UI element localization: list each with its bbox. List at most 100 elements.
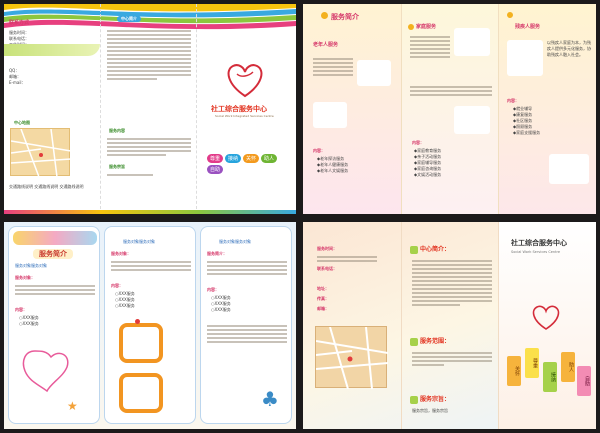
brochure-blue-spread: 服务简介 服务对象服务对象 服务对象： 内容： ○XXX服务 ○XXX服务 ★ … (4, 222, 296, 429)
list-item: ○XXX服务 (211, 307, 231, 312)
time-text (317, 254, 377, 264)
content-label: 内容： (111, 283, 123, 288)
smiley-icon (410, 396, 418, 404)
hanging-tags: 关怀 尊重 接纳 助人 自助 (507, 346, 593, 416)
family-text (410, 34, 450, 60)
list-item: ○XXX服务 (115, 303, 135, 308)
obj-label: 服务对象： (15, 275, 35, 280)
phone-label: 联系电话： (317, 266, 337, 271)
brochure-inside-spread: 服务简介 老年人服务 内容： ◆老年探访服务 ◆老年人健康服务 ◆老年人文娱服务… (303, 4, 596, 214)
location-map (315, 326, 389, 390)
center-name: 社工综合服务中心 (211, 104, 267, 113)
card-header: 服务简介 (33, 249, 73, 259)
map-title: 中心地图 (14, 120, 30, 125)
scope-text (412, 350, 492, 368)
slogan-badge: 自助 (207, 165, 224, 174)
slogan-badge: 接纳 (225, 154, 242, 163)
heart-logo-icon (227, 64, 263, 98)
tag-badge: 助人 (561, 352, 575, 382)
purpose-title: 服务宗旨 (109, 164, 125, 169)
scope-title: 服务范围： (420, 338, 451, 345)
content-label: 内容： (15, 307, 27, 312)
elder-title: 老年人服务 (313, 42, 339, 48)
tag-badge: 关怀 (507, 356, 521, 386)
cover-panel: 社工综合服务中心 Social Work Services Centre 关怀 … (498, 222, 596, 429)
item-list: ○XXX服务 ○XXX服务 ○XXX服务 (115, 291, 135, 309)
address-line: 交通路线说明 交通路线说明 交通路线说明 (9, 184, 84, 189)
card-title: 服务对象服务对象 (123, 239, 155, 244)
slogan-badge: 助人 (261, 154, 278, 163)
photo-placeholder (357, 60, 391, 86)
photo-placeholder (549, 154, 589, 184)
center-name-en: Social Work Integrated Services Centre (215, 114, 274, 118)
heart-logo-icon (532, 305, 560, 330)
slogan-badges: 尊重 接纳 关怀 助人 自助 (207, 154, 291, 174)
list-item: ◆家庭支援服务 (513, 130, 541, 135)
intro-text-block (107, 28, 191, 82)
center-name-en: Social Work Services Centre (511, 250, 561, 254)
brochure-pastel-spread: 服务时间： 联系电话： 地址： 传真： 邮箱： 中心简介： 服务范围： 服务宗旨… (303, 222, 596, 429)
intro-title: 中心简介 (117, 16, 141, 22)
palm-tree-icon: ♣ (261, 387, 279, 411)
list-item: ◆老年人文娱服务 (317, 168, 349, 173)
center-name: 社工综合服务中心 (511, 238, 567, 247)
youth-item-list: ◆就业辅导 ◆康复服务 ◆社区服务 ◆照顾服务 ◆家庭支援服务 (513, 106, 540, 136)
map-roads (10, 128, 72, 178)
item-list: ○XXX服务 ○XXX服务 (19, 315, 39, 327)
list-item: ○XXX服务 (19, 321, 39, 326)
elder-text (313, 56, 353, 78)
intro-label: 服务简介： (207, 251, 227, 256)
cover-panel: 社工综合服务中心 Social Work Integrated Services… (196, 4, 296, 214)
elder-item-list: ◆老年探访服务 ◆老年人健康服务 ◆老年人文娱服务 (317, 156, 348, 174)
obj-label: 服务对象： (111, 251, 131, 256)
location-map (10, 128, 72, 178)
photo-placeholder (507, 40, 543, 76)
service-card-1: 服务简介 服务对象服务对象 服务对象： 内容： ○XXX服务 ○XXX服务 ★ (8, 226, 100, 424)
youth-text: 以残疾人家庭为本，为残疾人提供多元化服务，协助残疾人融入社会。 (547, 40, 591, 57)
time-label: 服务时间： (317, 246, 337, 251)
heart-frame-icon (22, 350, 69, 393)
slogan-badge: 关怀 (243, 154, 260, 163)
fax-label: 传真： (317, 296, 329, 301)
green-wave (4, 44, 100, 56)
slogan-badge: 尊重 (207, 154, 224, 163)
tag-badge: 接纳 (543, 362, 557, 392)
youth-content-label: 内容： (507, 98, 519, 103)
card-text (207, 259, 287, 277)
map-roads (315, 326, 389, 390)
inside-panel-3: 残疾人服务 以残疾人家庭为本，为残疾人提供多元化服务，协助残疾人融入社会。 内容… (498, 4, 596, 214)
smiley-icon (410, 338, 418, 346)
service-text-block (107, 136, 191, 158)
youth-title: 残疾人服务 (515, 24, 541, 30)
family-title: 家庭服务 (416, 24, 437, 30)
content-label: 内容： (412, 140, 424, 145)
list-item: ◆文娱活动服务 (414, 172, 442, 177)
contact-panel: 联系方式 服务时间： 联系电话： 工作时间： QQ： 邮箱： E-mail： 中… (4, 4, 100, 214)
card-title: 服务对象服务对象 (219, 239, 251, 244)
brochure-outside-spread: 联系方式 服务时间： 联系电话： 工作时间： QQ： 邮箱： E-mail： 中… (4, 4, 296, 214)
email-label: 邮箱： (317, 306, 329, 311)
apple-icon (507, 12, 513, 18)
purpose-text-block (107, 172, 191, 178)
inside-panel-1: 服务简介 老年人服务 内容： ◆老年探访服务 ◆老年人健康服务 ◆老年人文娱服务 (303, 4, 401, 214)
intro-title: 服务简介 (331, 12, 359, 21)
intro-panel: 中心简介 服务内容 服务宗旨 (100, 4, 196, 214)
photo-placeholder (313, 102, 347, 128)
service-card-3: 服务对象服务对象 服务简介： 内容： ○XXX服务 ○XXX服务 ○XXX服务 … (200, 226, 292, 424)
info-panel: 服务时间： 联系电话： 地址： 传真： 邮箱： (303, 222, 401, 429)
photo-placeholder (454, 28, 490, 56)
pushpin-icon (135, 319, 140, 324)
family-item-list: ◆家庭教育服务 ◆亲子活动服务 ◆家庭辅导服务 ◆家庭咨询服务 ◆文娱活动服务 (414, 148, 441, 178)
inside-panel-2: 家庭服务 内容： ◆家庭教育服务 ◆亲子活动服务 ◆家庭辅导服务 ◆家庭咨询服务… (401, 4, 498, 214)
item-list: ○XXX服务 ○XXX服务 ○XXX服务 (211, 295, 231, 313)
card-text (15, 283, 95, 297)
bottom-stripe (4, 210, 296, 214)
purpose-text: 服务宗旨，服务宗旨 (412, 408, 448, 413)
starfish-icon: ★ (67, 399, 78, 413)
card-text (207, 323, 287, 345)
tag-badge: 尊重 (525, 348, 539, 378)
family-text-wide (410, 84, 492, 98)
kids-header-banner (13, 231, 97, 245)
contact-extra: QQ： 邮箱： E-mail： (9, 68, 26, 86)
content-label: 内容： (207, 287, 219, 292)
